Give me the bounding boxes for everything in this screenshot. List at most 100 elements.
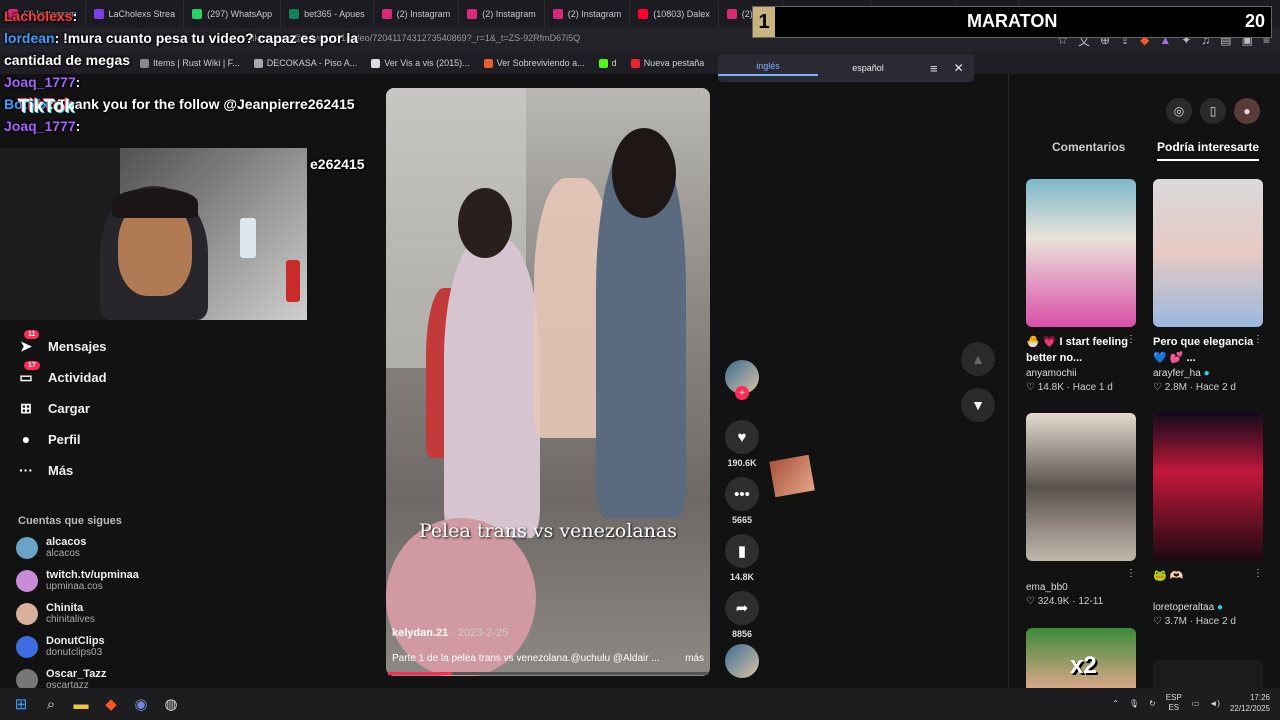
phone-icon[interactable]: ▯ bbox=[1200, 98, 1226, 124]
nav-item-perfil[interactable]: ● Perfil bbox=[18, 431, 198, 447]
like-count: 3.7M bbox=[1164, 616, 1187, 627]
clock[interactable]: 17:26 22/12/2025 bbox=[1230, 692, 1270, 714]
following-item[interactable]: twitch.tv/upminaa upminaa.cos bbox=[16, 569, 216, 593]
video-author[interactable]: kelydan.21 · 2023-2-25 bbox=[392, 627, 508, 639]
next-video-chevron-down-icon[interactable]: ▼ bbox=[961, 388, 995, 422]
verified-badge-icon: ● bbox=[1203, 368, 1210, 379]
bookmark-icon[interactable]: ▮ bbox=[725, 534, 759, 568]
heart-outline-icon: ♡ bbox=[1153, 616, 1162, 627]
chat-separator: : bbox=[75, 118, 81, 134]
description-text: Parte 1 de la pelea trans vs venezolana.… bbox=[392, 653, 660, 664]
share-count: 8856 bbox=[731, 629, 753, 639]
suggestion-thumbnail[interactable] bbox=[1153, 413, 1263, 561]
obs-icon[interactable]: ◍ bbox=[156, 689, 186, 719]
more-options-icon[interactable]: ⋮ bbox=[1126, 334, 1136, 345]
video-caption-overlay: Pelea trans vs venezolanas bbox=[418, 520, 678, 542]
sync-icon[interactable]: ↻ bbox=[1149, 699, 1156, 708]
suggestion-title[interactable]: 🐣 💗 I start feeling better no... bbox=[1026, 334, 1136, 366]
more-options-icon[interactable]: ⋮ bbox=[1253, 568, 1263, 579]
comment-button[interactable]: ••• 5665 bbox=[724, 477, 760, 525]
like-count: 2.8M bbox=[1164, 382, 1187, 393]
suggestion-thumbnail[interactable] bbox=[1026, 413, 1136, 561]
previous-video-chevron-up-icon[interactable]: ▲ bbox=[961, 342, 995, 376]
bookmark-item[interactable]: Nueva pestaña bbox=[630, 58, 704, 68]
following-item[interactable]: alcacos alcacos bbox=[16, 536, 216, 560]
tab-favicon-icon bbox=[552, 9, 563, 19]
video-player[interactable] bbox=[386, 88, 710, 676]
browser-tab[interactable]: (10803) Dalex bbox=[630, 1, 719, 27]
following-item[interactable]: DonutClips donutclips03 bbox=[16, 635, 216, 659]
video-progress-bar[interactable] bbox=[388, 672, 708, 675]
bookmark-item[interactable]: Ver Sobreviviendo a... bbox=[483, 58, 585, 68]
heart-outline-icon: ♡ bbox=[1153, 382, 1162, 393]
suggestion-stats: ♡ 3.7M · Hace 2 d bbox=[1153, 616, 1236, 627]
translate-close-icon[interactable]: ✕ bbox=[954, 61, 964, 75]
share-button[interactable]: ➦ 8856 bbox=[724, 591, 760, 639]
save-button[interactable]: ▮ 14.8K bbox=[724, 534, 760, 582]
following-username: chinitalives bbox=[46, 614, 95, 625]
heart-icon[interactable]: ♥ bbox=[725, 420, 759, 454]
search-icon[interactable]: ⌕ bbox=[36, 689, 66, 719]
suggestion-username[interactable]: loretoperaltaa ● bbox=[1153, 602, 1223, 613]
bookmark-label: d bbox=[611, 58, 617, 68]
comment-icon[interactable]: ••• bbox=[725, 477, 759, 511]
bookmark-item[interactable]: Ver Vis a vis (2015)... bbox=[371, 58, 470, 68]
tab-comments[interactable]: Comentarios bbox=[1052, 140, 1125, 154]
suggestion-thumbnail[interactable] bbox=[1153, 179, 1263, 327]
file-explorer-icon[interactable]: ▬ bbox=[66, 689, 96, 719]
nav-label: Actividad bbox=[48, 369, 107, 385]
bookmark-favicon-icon bbox=[598, 58, 608, 68]
heart-outline-icon: ♡ bbox=[1026, 596, 1035, 607]
sound-avatar[interactable] bbox=[724, 644, 760, 678]
author-avatar[interactable]: + bbox=[724, 360, 760, 400]
suggestion-thumbnail[interactable] bbox=[1026, 179, 1136, 327]
browser-tab[interactable]: (2) Instagram bbox=[459, 1, 545, 27]
tiktok-logo[interactable]: TikTok bbox=[18, 96, 74, 117]
suggestion-username[interactable]: ema_bb0 bbox=[1026, 582, 1068, 593]
compass-icon[interactable]: ◎ bbox=[1166, 98, 1192, 124]
discord-icon[interactable]: ◉ bbox=[126, 689, 156, 719]
translate-source-lang[interactable]: inglés bbox=[718, 61, 818, 76]
translate-menu-icon[interactable]: ≡ bbox=[930, 61, 938, 76]
nav-item-más[interactable]: ··· Más bbox=[18, 462, 198, 478]
translate-target-lang[interactable]: español bbox=[818, 63, 918, 73]
suggestion-title[interactable]: Pero que elegancia 💙 💕 ... bbox=[1153, 334, 1263, 366]
browser-tab[interactable]: (2) Instagram bbox=[374, 1, 460, 27]
lang-secondary: ES bbox=[1168, 703, 1180, 712]
more-options-icon[interactable]: ⋮ bbox=[1126, 568, 1136, 579]
following-username: donutclips03 bbox=[46, 647, 103, 658]
chat-username: Joaq_1777 bbox=[4, 118, 76, 134]
bookmark-item[interactable]: d bbox=[598, 58, 617, 68]
following-name: Chinita bbox=[46, 602, 84, 614]
suggestion-stats: ♡ 324.9K · 12-11 bbox=[1026, 596, 1104, 607]
author-name[interactable]: kelydan.21 bbox=[392, 627, 448, 639]
more-options-icon[interactable]: ⋮ bbox=[1253, 334, 1263, 345]
network-icon[interactable]: ▭ bbox=[1192, 699, 1200, 708]
microphone-icon[interactable]: 🎙 bbox=[1129, 699, 1139, 708]
nav-item-actividad[interactable]: ▭ 17 Actividad bbox=[18, 361, 198, 385]
more-link[interactable]: más bbox=[685, 653, 704, 664]
browser-tab[interactable]: (2) Instagram bbox=[545, 1, 631, 27]
share-icon[interactable]: ➦ bbox=[725, 591, 759, 625]
like-button[interactable]: ♥ 190.6K bbox=[724, 420, 760, 468]
suggestion-thumb-partial[interactable]: x2 bbox=[1026, 628, 1136, 688]
suggestion-title[interactable]: 🐸 🫶🏻 bbox=[1153, 568, 1263, 584]
sound-disc-icon[interactable] bbox=[725, 644, 759, 678]
windows-start-icon[interactable]: ⊞ bbox=[6, 689, 36, 719]
following-item[interactable]: Chinita chinitalives bbox=[16, 602, 216, 626]
brave-browser-icon[interactable]: ◆ bbox=[96, 689, 126, 719]
floating-emote bbox=[769, 454, 815, 498]
tab-podria-interesarte[interactable]: Podría interesarte bbox=[1157, 140, 1260, 161]
volume-icon[interactable]: ◄) bbox=[1209, 699, 1220, 708]
nav-item-mensajes[interactable]: ➤ 11 Mensajes bbox=[18, 330, 198, 354]
keyboard-language[interactable]: ESP ES bbox=[1166, 693, 1182, 713]
suggestion-username[interactable]: anyamochii bbox=[1026, 368, 1077, 379]
tray-chevron-up-icon[interactable]: ⌃ bbox=[1112, 699, 1119, 708]
suggestion-username[interactable]: arayfer_ha ● bbox=[1153, 368, 1210, 379]
chat-message: cantidad de megas bbox=[4, 52, 384, 68]
suggestion-thumb-partial[interactable] bbox=[1153, 660, 1263, 688]
profile-avatar[interactable]: ● bbox=[1234, 98, 1260, 124]
nav-item-cargar[interactable]: ⊞ Cargar bbox=[18, 400, 198, 416]
chat-bubble-icon: ▭ 17 bbox=[18, 361, 40, 385]
follow-plus-icon[interactable]: + bbox=[735, 386, 749, 400]
